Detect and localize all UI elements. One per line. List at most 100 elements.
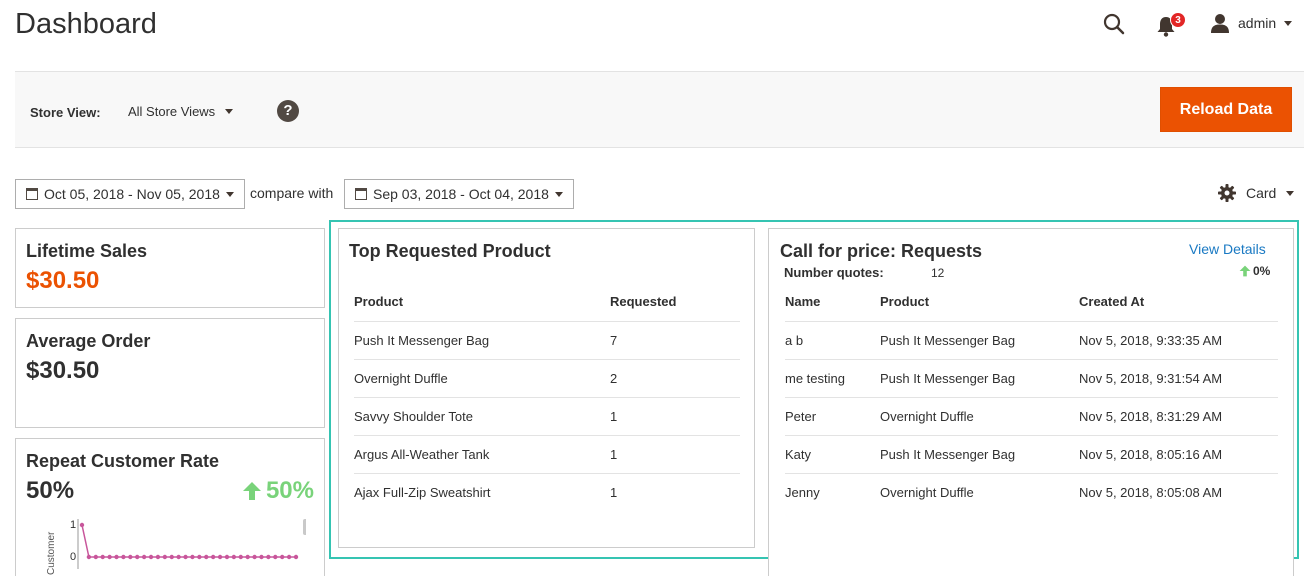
arrow-up-icon bbox=[242, 482, 261, 500]
chart-point bbox=[279, 554, 285, 560]
requested-cell: 1 bbox=[610, 397, 740, 436]
chevron-down-icon bbox=[1284, 20, 1293, 26]
product-cell: Overnight Duffle bbox=[880, 484, 974, 500]
created-at-cell: Nov 5, 2018, 8:31:29 AM bbox=[1079, 397, 1278, 436]
table-row: Argus All-Weather Tank 1 bbox=[354, 435, 740, 474]
chart-point bbox=[231, 554, 237, 560]
top-requested-table: Product Requested Push It Messenger Bag … bbox=[354, 283, 740, 511]
table-row: Peter Overnight Duffle Nov 5, 2018, 8:31… bbox=[785, 397, 1278, 436]
chart-point bbox=[162, 554, 168, 560]
requested-cell: 1 bbox=[610, 435, 740, 474]
requested-cell: 7 bbox=[610, 321, 740, 360]
top-requested-panel: Top Requested Product Product Requested … bbox=[338, 228, 755, 548]
requested-cell: 1 bbox=[610, 484, 618, 500]
product-cell: Argus All-Weather Tank bbox=[354, 435, 610, 474]
product-cell: Ajax Full-Zip Sweatshirt bbox=[354, 484, 491, 500]
gear-icon bbox=[1218, 184, 1236, 202]
column-header-product: Product bbox=[880, 283, 1079, 322]
created-at-cell: Nov 5, 2018, 8:05:16 AM bbox=[1079, 435, 1278, 474]
date-range-select[interactable]: Oct 05, 2018 - Nov 05, 2018 bbox=[15, 179, 245, 209]
table-row: Overnight Duffle 2 bbox=[354, 359, 740, 398]
chevron-down-icon bbox=[555, 191, 563, 197]
column-header-requested: Requested bbox=[610, 283, 740, 322]
product-cell: Push It Messenger Bag bbox=[880, 359, 1079, 398]
calendar-icon bbox=[355, 188, 367, 200]
view-details-link[interactable]: View Details bbox=[1189, 241, 1266, 257]
store-view-select[interactable]: All Store Views bbox=[128, 104, 234, 119]
product-cell: Overnight Duffle bbox=[880, 397, 1079, 436]
average-order-card: Average Order $30.50 bbox=[15, 318, 325, 428]
chart-point bbox=[86, 554, 92, 560]
quotes-value: 12 bbox=[931, 266, 945, 280]
admin-user-menu[interactable]: admin bbox=[1210, 10, 1293, 36]
quotes-label: Number quotes: bbox=[784, 265, 884, 280]
column-header-created-at: Created At bbox=[1079, 283, 1278, 322]
chart-point bbox=[245, 554, 250, 560]
chart-point bbox=[252, 554, 257, 560]
notifications-button[interactable]: 3 bbox=[1156, 12, 1186, 38]
chart-point bbox=[293, 554, 299, 560]
compare-range-select[interactable]: Sep 03, 2018 - Oct 04, 2018 bbox=[344, 179, 574, 209]
user-name: admin bbox=[1238, 15, 1277, 31]
quotes-change: 0% bbox=[1239, 264, 1270, 278]
repeat-customer-card: Repeat Customer Rate 50% 50% Customer 1 … bbox=[15, 438, 325, 576]
table-row: Savvy Shoulder Tote 1 bbox=[354, 397, 740, 436]
lifetime-sales-title: Lifetime Sales bbox=[26, 241, 148, 261]
lifetime-sales-value: $30.50 bbox=[26, 267, 100, 294]
table-row: Jenny Overnight Duffle Nov 5, 2018, 8:05… bbox=[785, 473, 1278, 511]
search-icon[interactable] bbox=[1102, 12, 1126, 36]
chart-point bbox=[273, 554, 278, 560]
table-row: Katy Push It Messenger Bag Nov 5, 2018, … bbox=[785, 435, 1278, 474]
notification-badge: 3 bbox=[1170, 12, 1186, 28]
chart-point bbox=[210, 554, 216, 560]
repeat-customer-change-value: 50% bbox=[265, 477, 314, 504]
name-cell: Jenny bbox=[785, 484, 820, 500]
name-cell: Katy bbox=[785, 435, 880, 474]
table-row: me testing Push It Messenger Bag Nov 5, … bbox=[785, 359, 1278, 398]
table-row: Push It Messenger Bag 7 bbox=[354, 321, 740, 360]
view-mode-toggle[interactable]: Card bbox=[1218, 184, 1295, 202]
repeat-customer-title: Repeat Customer Rate bbox=[26, 451, 220, 471]
chart-point bbox=[121, 554, 126, 560]
help-icon[interactable]: ? bbox=[277, 100, 299, 122]
chart-point bbox=[176, 554, 181, 560]
chart-point bbox=[114, 554, 119, 560]
view-mode-label: Card bbox=[1246, 185, 1277, 201]
repeat-customer-chart: Customer 1 0 bbox=[46, 519, 306, 575]
table-row: Ajax Full-Zip Sweatshirt 1 bbox=[354, 473, 740, 511]
created-at-cell: Nov 5, 2018, 9:33:35 AM bbox=[1079, 321, 1278, 360]
chart-point bbox=[217, 554, 223, 560]
quotes-change-value: 0% bbox=[1253, 264, 1271, 278]
reload-data-button[interactable]: Reload Data bbox=[1160, 87, 1292, 132]
product-cell: Push It Messenger Bag bbox=[354, 321, 610, 360]
created-at-cell: Nov 5, 2018, 9:31:54 AM bbox=[1079, 359, 1278, 398]
name-cell: me testing bbox=[785, 359, 880, 398]
chevron-down-icon bbox=[226, 191, 234, 197]
chart-point bbox=[100, 554, 105, 560]
product-cell: Overnight Duffle bbox=[354, 359, 610, 398]
chart-scrollbar[interactable] bbox=[303, 519, 306, 535]
chart-ytick: 1 bbox=[70, 519, 76, 531]
chart-point bbox=[183, 554, 188, 560]
call-for-price-table: Name Product Created At a b Push It Mess… bbox=[785, 283, 1278, 511]
calendar-icon bbox=[26, 188, 38, 200]
top-requested-title: Top Requested Product bbox=[349, 241, 551, 261]
chart-point bbox=[93, 554, 99, 560]
chart-point bbox=[197, 554, 202, 560]
arrow-up-icon bbox=[1239, 265, 1251, 277]
repeat-customer-change: 50% bbox=[242, 477, 314, 505]
chart-ytick: 0 bbox=[70, 551, 76, 563]
chart-point bbox=[286, 554, 292, 560]
store-view-value: All Store Views bbox=[128, 104, 216, 119]
chart-point bbox=[266, 554, 271, 560]
requested-cell: 2 bbox=[610, 359, 740, 398]
chart-series-line bbox=[81, 524, 296, 558]
average-order-title: Average Order bbox=[26, 331, 151, 351]
lifetime-sales-card: Lifetime Sales $30.50 bbox=[15, 228, 325, 308]
table-row: a b Push It Messenger Bag Nov 5, 2018, 9… bbox=[785, 321, 1278, 360]
user-icon bbox=[1211, 14, 1229, 33]
compare-range-value: Sep 03, 2018 - Oct 04, 2018 bbox=[373, 186, 549, 202]
chart-point bbox=[224, 554, 230, 560]
product-cell: Savvy Shoulder Tote bbox=[354, 397, 610, 436]
created-at-cell: Nov 5, 2018, 8:05:08 AM bbox=[1079, 484, 1223, 500]
